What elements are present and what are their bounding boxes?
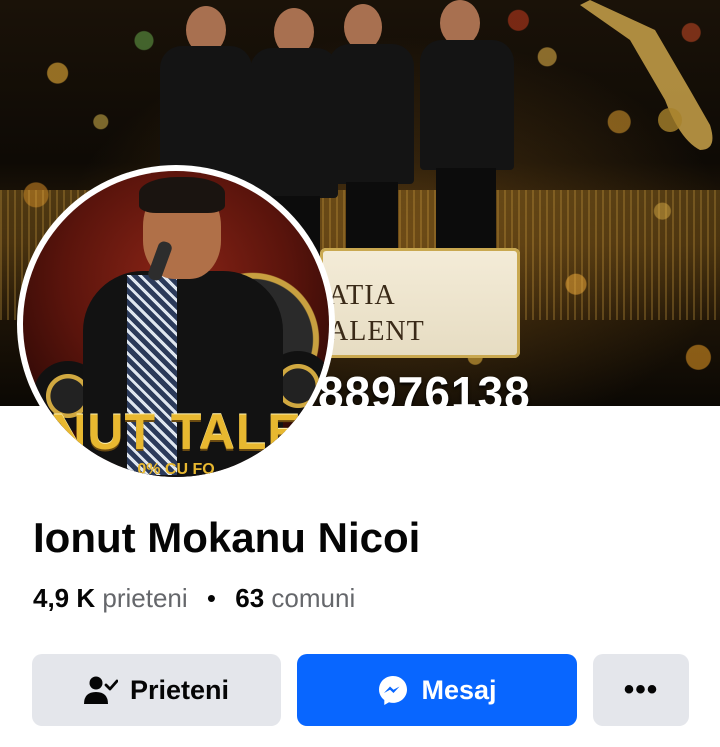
messenger-icon [379, 676, 408, 705]
singer-hair [139, 177, 225, 213]
more-options-button[interactable]: ••• [593, 654, 689, 726]
person-check-icon [83, 676, 118, 704]
profile-stats: 4,9 K prieteni • 63 comuni [33, 583, 355, 614]
avatar-title-text: NUT TALE [50, 404, 302, 460]
communities-label[interactable]: comuni [271, 583, 355, 613]
friends-button-label: Prieteni [129, 674, 230, 705]
friends-button[interactable]: Prieteni [32, 654, 281, 726]
stats-separator: • [206, 583, 217, 613]
saxophone-graphic [580, 0, 713, 150]
cover-phone-number: 88976138 [318, 367, 531, 406]
communities-count: 63 [235, 583, 265, 613]
message-button[interactable]: Mesaj [297, 654, 577, 726]
profile-avatar[interactable]: NUT TALE 0% CU FO [17, 165, 335, 483]
banner-line-2: ALENT [328, 316, 425, 347]
friends-count: 4,9 K [33, 583, 96, 613]
avatar-subtitle-text: 0% CU FO [137, 461, 215, 477]
profile-name: Ionut Mokanu Nicoi [33, 514, 421, 561]
avatar-image: NUT TALE 0% CU FO [23, 171, 329, 477]
message-button-label: Mesaj [421, 674, 497, 705]
banner-line-1: ATIA [328, 280, 396, 311]
more-dots-icon: ••• [623, 673, 659, 706]
friends-label[interactable]: prieteni [102, 583, 187, 613]
